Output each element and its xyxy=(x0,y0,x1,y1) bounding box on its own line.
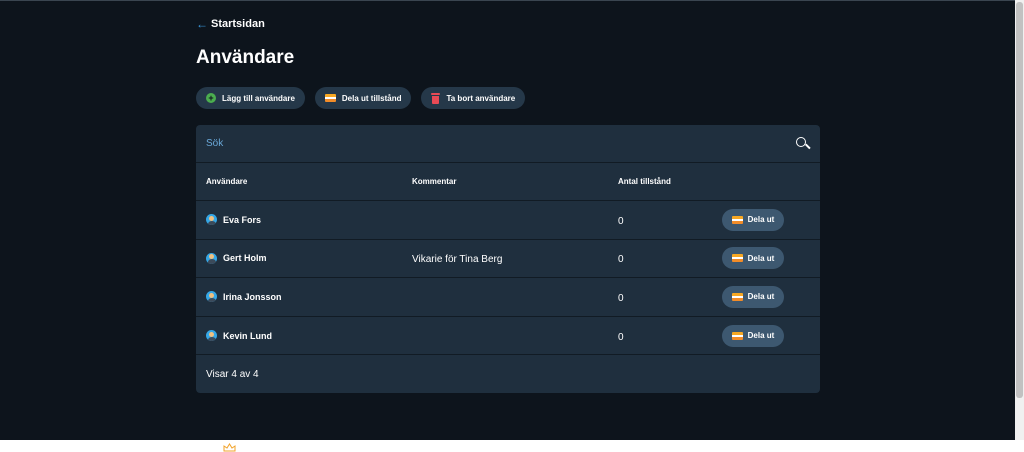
user-name: Eva Fors xyxy=(223,214,262,225)
back-link[interactable]: ← Startsidan xyxy=(196,18,265,30)
user-cell: Irina Jonsson xyxy=(206,291,412,303)
add-user-label: Lägg till användare xyxy=(222,93,295,103)
bottom-strip xyxy=(0,440,1024,452)
back-link-label: Startsidan xyxy=(211,18,265,30)
page-title: Användare xyxy=(196,47,295,68)
user-cell: Kevin Lund xyxy=(206,330,412,342)
user-comment: Vikarie för Tina Berg xyxy=(412,254,503,266)
table-row[interactable]: Kevin Lund 0 Dela ut xyxy=(196,317,820,356)
share-license-label: Dela ut xyxy=(747,215,775,225)
app-window: ← Startsidan Användare + Lägg till använ… xyxy=(0,0,1015,440)
share-license-label: Dela ut xyxy=(747,253,775,263)
license-card-icon xyxy=(731,254,743,263)
share-license-button[interactable]: Dela ut xyxy=(722,285,784,308)
user-name: Irina Jonsson xyxy=(223,291,282,302)
user-avatar-icon xyxy=(206,291,217,303)
crown-icon xyxy=(223,443,236,452)
header-count[interactable]: Antal tillstånd xyxy=(618,177,722,186)
share-license-label: Dela ut xyxy=(747,331,775,341)
table-row[interactable]: Irina Jonsson 0 Dela ut xyxy=(196,278,820,317)
license-count: 0 xyxy=(618,215,624,227)
header-comment[interactable]: Kommentar xyxy=(412,177,618,186)
header-user[interactable]: Användare xyxy=(206,177,412,186)
license-card-icon xyxy=(324,94,336,102)
search-input[interactable] xyxy=(206,138,796,149)
table-row[interactable]: Gert Holm Vikarie för Tina Berg 0 Dela u… xyxy=(196,240,820,279)
plus-circle-icon: + xyxy=(206,93,216,103)
license-card-icon xyxy=(731,331,743,340)
table-header: Användare Kommentar Antal tillstånd xyxy=(196,163,820,201)
arrow-left-icon: ← xyxy=(196,17,208,31)
license-card-icon xyxy=(731,215,743,224)
trash-icon xyxy=(431,92,441,104)
user-cell: Eva Fors xyxy=(206,214,412,226)
user-name: Gert Holm xyxy=(223,253,267,264)
license-count: 0 xyxy=(618,331,624,343)
user-avatar-icon xyxy=(206,214,217,226)
distribute-license-button[interactable]: Dela ut tillstånd xyxy=(314,87,412,109)
license-count: 0 xyxy=(618,292,624,304)
results-summary: Visar 4 av 4 xyxy=(206,368,259,380)
add-user-button[interactable]: + Lägg till användare xyxy=(196,87,305,109)
delete-user-label: Ta bort användare xyxy=(446,93,516,103)
delete-user-button[interactable]: Ta bort användare xyxy=(421,87,526,109)
share-license-button[interactable]: Dela ut xyxy=(722,208,784,231)
share-license-button[interactable]: Dela ut xyxy=(722,324,784,347)
toolbar: + Lägg till användare Dela ut tillstånd … xyxy=(196,87,526,109)
user-cell: Gert Holm xyxy=(206,252,412,264)
search-bar xyxy=(196,125,820,163)
users-panel: Användare Kommentar Antal tillstånd Eva … xyxy=(196,125,820,393)
share-license-label: Dela ut xyxy=(747,292,775,302)
license-count: 0 xyxy=(618,254,624,266)
distribute-license-label: Dela ut tillstånd xyxy=(341,93,402,103)
table-footer: Visar 4 av 4 xyxy=(196,355,820,393)
search-icon[interactable] xyxy=(796,136,811,151)
license-card-icon xyxy=(731,292,743,301)
user-avatar-icon xyxy=(206,330,217,342)
user-name: Kevin Lund xyxy=(223,330,272,341)
user-avatar-icon xyxy=(206,252,217,264)
share-license-button[interactable]: Dela ut xyxy=(722,247,784,270)
scrollbar-thumb[interactable] xyxy=(1016,2,1023,398)
table-row[interactable]: Eva Fors 0 Dela ut xyxy=(196,201,820,240)
